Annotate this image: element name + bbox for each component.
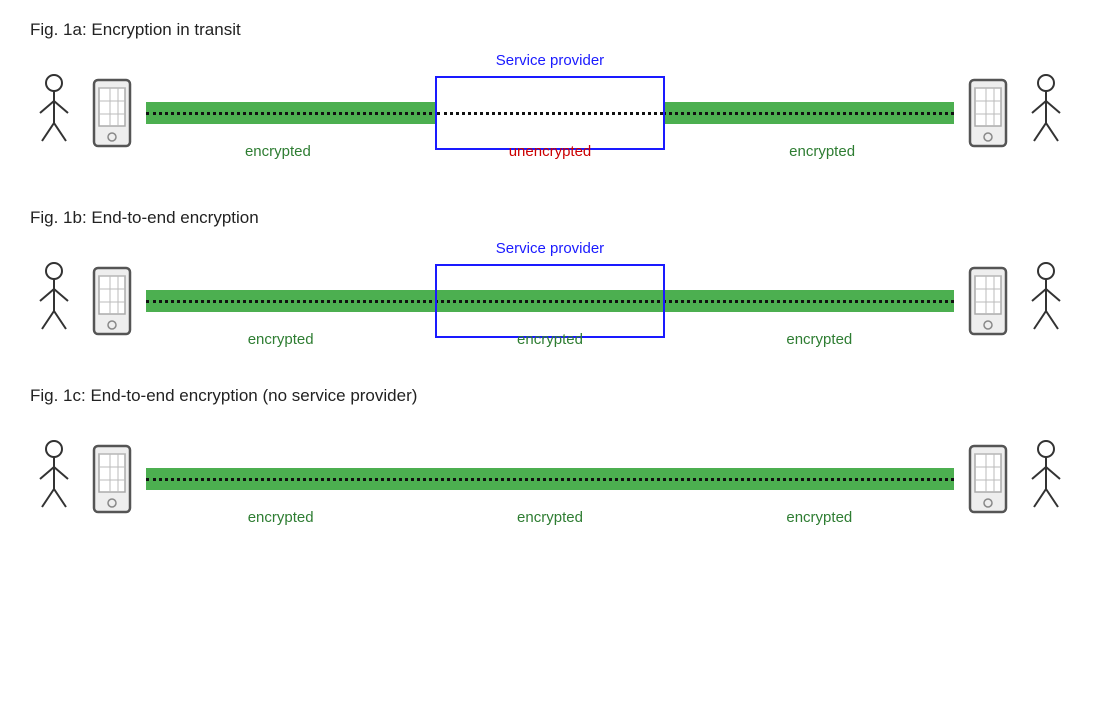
right-phone-1a xyxy=(962,78,1014,148)
label-middle-1b: encrypted xyxy=(517,331,583,348)
phone-1b-r xyxy=(967,266,1009,336)
left-phone-1a xyxy=(86,78,138,148)
stick-figure-svg xyxy=(32,73,76,153)
phone-1c-r xyxy=(967,444,1009,514)
figure-1a: Fig. 1a: Encryption in transit xyxy=(30,20,1070,168)
fig1a-labels: encrypted unencrypted encrypted xyxy=(146,143,954,160)
service-box-1a: Service provider xyxy=(435,76,665,150)
left-person-1a xyxy=(30,73,78,153)
fig1b-row: Service provider encrypted encrypted enc… xyxy=(30,246,1070,356)
label-middle-1c: encrypted xyxy=(517,509,583,526)
fig1a-channel: Service provider encrypted unencrypted e… xyxy=(146,58,954,168)
label-middle-1a: unencrypted xyxy=(509,143,592,160)
label-right-1c: encrypted xyxy=(786,509,852,526)
left-phone-1b xyxy=(86,266,138,336)
phone-1c-l xyxy=(91,444,133,514)
figure-1b: Fig. 1b: End-to-end encryption xyxy=(30,208,1070,356)
service-label-1b: Service provider xyxy=(496,240,604,257)
service-box-1b: Service provider xyxy=(435,264,665,338)
dotted-inner-1a xyxy=(437,112,663,115)
right-person-1b xyxy=(1022,261,1070,341)
stick-fig-1b-r xyxy=(1024,261,1068,341)
fig1a-title: Fig. 1a: Encryption in transit xyxy=(30,20,1070,40)
phone-svg-right xyxy=(967,78,1009,148)
fig1b-title: Fig. 1b: End-to-end encryption xyxy=(30,208,1070,228)
left-phone-1c xyxy=(86,444,138,514)
figure-1c: Fig. 1c: End-to-end encryption (no servi… xyxy=(30,386,1070,534)
right-person-1c xyxy=(1022,439,1070,519)
left-person-1b xyxy=(30,261,78,341)
fig1c-row: encrypted encrypted encrypted xyxy=(30,424,1070,534)
right-person-1a xyxy=(1022,73,1070,153)
phone-svg xyxy=(91,78,133,148)
label-right-1a: encrypted xyxy=(789,143,855,160)
label-left-1a: encrypted xyxy=(245,143,311,160)
stick-figure-svg-r xyxy=(1024,73,1068,153)
dotted-line-1c xyxy=(146,478,954,481)
fig1c-labels: encrypted encrypted encrypted xyxy=(146,509,954,526)
stick-fig-1c-r xyxy=(1024,439,1068,519)
main-container: Fig. 1a: Encryption in transit xyxy=(0,0,1100,554)
left-person-1c xyxy=(30,439,78,519)
stick-fig-1c-l xyxy=(32,439,76,519)
fig1b-channel: Service provider encrypted encrypted enc… xyxy=(146,246,954,356)
label-left-1b: encrypted xyxy=(248,331,314,348)
stick-fig-1b-l xyxy=(32,261,76,341)
fig1a-row: Service provider encrypted unencrypted e… xyxy=(30,58,1070,168)
phone-1b-l xyxy=(91,266,133,336)
fig1b-labels: encrypted encrypted encrypted xyxy=(146,331,954,348)
label-right-1b: encrypted xyxy=(786,331,852,348)
fig1c-channel: encrypted encrypted encrypted xyxy=(146,424,954,534)
right-phone-1c xyxy=(962,444,1014,514)
service-label-1a: Service provider xyxy=(496,52,604,69)
label-left-1c: encrypted xyxy=(248,509,314,526)
fig1c-title: Fig. 1c: End-to-end encryption (no servi… xyxy=(30,386,1070,406)
right-phone-1b xyxy=(962,266,1014,336)
